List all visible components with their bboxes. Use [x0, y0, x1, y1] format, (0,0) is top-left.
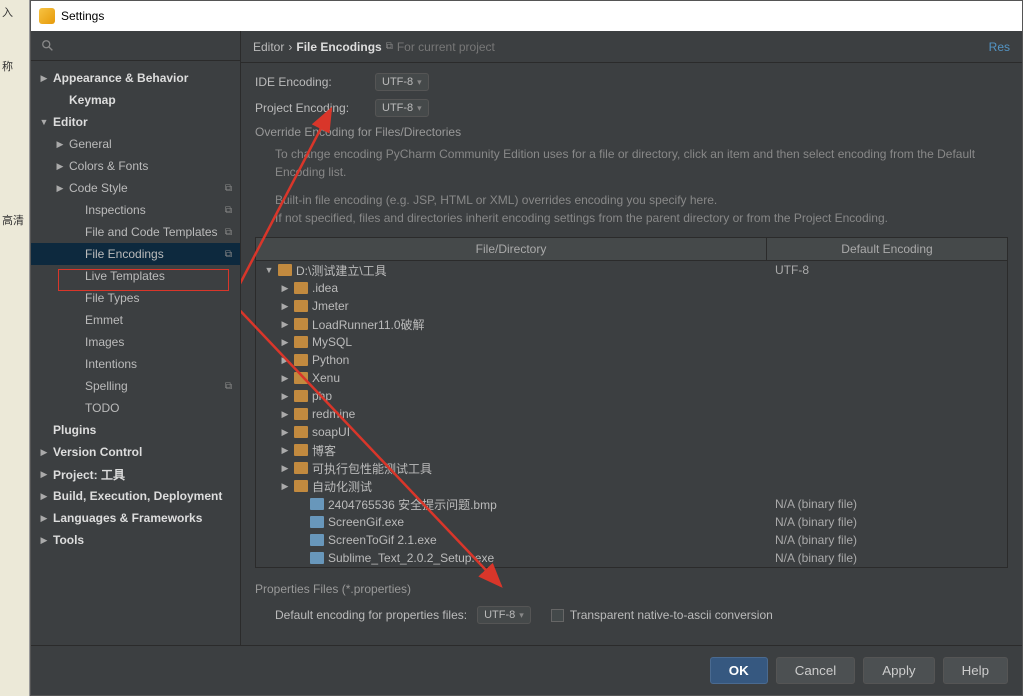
copy-icon: ⧉ [225, 205, 232, 216]
sidebar-item[interactable]: ▶Project: 工具 [31, 463, 240, 485]
ide-encoding-label: IDE Encoding: [255, 75, 365, 89]
sidebar-item[interactable]: ▼Editor [31, 111, 240, 133]
hint-text: Built-in file encoding (e.g. JSP, HTML o… [275, 191, 1008, 209]
encoding-table: File/Directory Default Encoding ▼D:\测试建立… [255, 237, 1008, 568]
project-encoding-combo[interactable]: UTF-8 [375, 99, 429, 117]
copy-icon: ⧉ [225, 227, 232, 238]
folder-icon [294, 300, 308, 312]
sidebar-item[interactable]: TODO [31, 397, 240, 419]
copy-icon: ⧉ [386, 41, 393, 52]
file-icon [310, 498, 324, 510]
table-row[interactable]: ▶.idea [256, 279, 1007, 297]
sidebar-item[interactable]: ▶Build, Execution, Deployment [31, 485, 240, 507]
copy-icon: ⧉ [225, 249, 232, 260]
table-row[interactable]: ▶自动化测试 [256, 477, 1007, 495]
table-row[interactable]: Sublime_Text_2.0.2_Setup.exeN/A (binary … [256, 549, 1007, 567]
ok-button[interactable]: OK [710, 657, 768, 684]
apply-button[interactable]: Apply [863, 657, 934, 684]
folder-icon [294, 444, 308, 456]
sidebar-item[interactable]: File and Code Templates⧉ [31, 221, 240, 243]
col-file[interactable]: File/Directory [256, 238, 767, 260]
sidebar-item[interactable]: ▶Appearance & Behavior [31, 67, 240, 89]
project-encoding-label: Project Encoding: [255, 101, 365, 115]
sidebar-item[interactable]: Plugins [31, 419, 240, 441]
sidebar-item[interactable]: Emmet [31, 309, 240, 331]
file-icon [310, 516, 324, 528]
sidebar-item[interactable]: Images [31, 331, 240, 353]
folder-icon [294, 318, 308, 330]
col-encoding[interactable]: Default Encoding [767, 238, 1007, 260]
titlebar[interactable]: Settings [31, 1, 1022, 31]
table-row[interactable]: ▼D:\测试建立\工具UTF-8 [256, 261, 1007, 279]
sidebar-item[interactable]: File Encodings⧉ [31, 243, 240, 265]
breadcrumb-part: Editor [253, 40, 284, 54]
transparent-checkbox[interactable]: Transparent native-to-ascii conversion [551, 608, 773, 622]
folder-icon [278, 264, 292, 276]
file-icon [310, 534, 324, 546]
pycharm-icon [39, 8, 55, 24]
sidebar-item[interactable]: Keymap [31, 89, 240, 111]
sidebar-item[interactable]: ▶Tools [31, 529, 240, 551]
settings-dialog: Settings ▶Appearance & BehaviorKeymap▼Ed… [30, 0, 1023, 696]
properties-section-title: Properties Files (*.properties) [255, 582, 1008, 596]
table-row[interactable]: ▶Jmeter [256, 297, 1007, 315]
settings-sidebar: ▶Appearance & BehaviorKeymap▼Editor▶Gene… [31, 31, 241, 645]
dialog-buttons: OK Cancel Apply Help [31, 645, 1022, 695]
table-row[interactable]: ▶redmine [256, 405, 1007, 423]
table-row[interactable]: 2404765536 安全提示问题.bmpN/A (binary file) [256, 495, 1007, 513]
ide-encoding-combo[interactable]: UTF-8 [375, 73, 429, 91]
table-row[interactable]: ▶php [256, 387, 1007, 405]
ide-left-gutter: 入 称 高清 [0, 0, 30, 696]
sidebar-item[interactable]: Inspections⧉ [31, 199, 240, 221]
sidebar-item[interactable]: ▶General [31, 133, 240, 155]
cancel-button[interactable]: Cancel [776, 657, 856, 684]
sidebar-item[interactable]: ▶Code Style⧉ [31, 177, 240, 199]
breadcrumb: Editor › File Encodings ⧉ For current pr… [241, 31, 1022, 63]
properties-encoding-combo[interactable]: UTF-8 [477, 606, 531, 624]
folder-icon [294, 408, 308, 420]
window-title: Settings [61, 9, 104, 23]
sidebar-item[interactable]: Spelling⧉ [31, 375, 240, 397]
sidebar-item[interactable]: ▶Version Control [31, 441, 240, 463]
copy-icon: ⧉ [225, 381, 232, 392]
search-input[interactable] [31, 31, 240, 61]
sidebar-item[interactable]: Intentions [31, 353, 240, 375]
table-row[interactable]: ▶可执行包性能测试工具 [256, 459, 1007, 477]
folder-icon [294, 390, 308, 402]
folder-icon [294, 480, 308, 492]
table-row[interactable]: ScreenToGif 2.1.exeN/A (binary file) [256, 531, 1007, 549]
sidebar-item[interactable]: ▶Colors & Fonts [31, 155, 240, 177]
hint-text: To change encoding PyCharm Community Edi… [275, 145, 1008, 181]
table-row[interactable]: ScreenGif.exeN/A (binary file) [256, 513, 1007, 531]
table-row[interactable]: ▶Xenu [256, 369, 1007, 387]
table-row[interactable]: ▶soapUI [256, 423, 1007, 441]
table-row[interactable]: ▶Python [256, 351, 1007, 369]
copy-icon: ⧉ [225, 183, 232, 194]
sidebar-item[interactable]: File Types [31, 287, 240, 309]
override-section-title: Override Encoding for Files/Directories [255, 125, 1008, 139]
sidebar-item[interactable]: Live Templates [31, 265, 240, 287]
search-icon [41, 39, 55, 53]
settings-tree: ▶Appearance & BehaviorKeymap▼Editor▶Gene… [31, 61, 240, 645]
folder-icon [294, 426, 308, 438]
table-row[interactable]: ▶LoadRunner11.0破解 [256, 315, 1007, 333]
sidebar-item[interactable]: ▶Languages & Frameworks [31, 507, 240, 529]
hint-text: If not specified, files and directories … [275, 209, 1008, 227]
breadcrumb-current: File Encodings [296, 40, 381, 54]
table-row[interactable]: ▶博客 [256, 441, 1007, 459]
folder-icon [294, 462, 308, 474]
folder-icon [294, 354, 308, 366]
folder-icon [294, 336, 308, 348]
folder-icon [294, 372, 308, 384]
reset-link[interactable]: Res [989, 40, 1010, 54]
file-icon [310, 552, 324, 564]
breadcrumb-sub: For current project [397, 40, 495, 54]
help-button[interactable]: Help [943, 657, 1008, 684]
folder-icon [294, 282, 308, 294]
properties-encoding-label: Default encoding for properties files: [275, 608, 467, 622]
table-row[interactable]: ▶MySQL [256, 333, 1007, 351]
